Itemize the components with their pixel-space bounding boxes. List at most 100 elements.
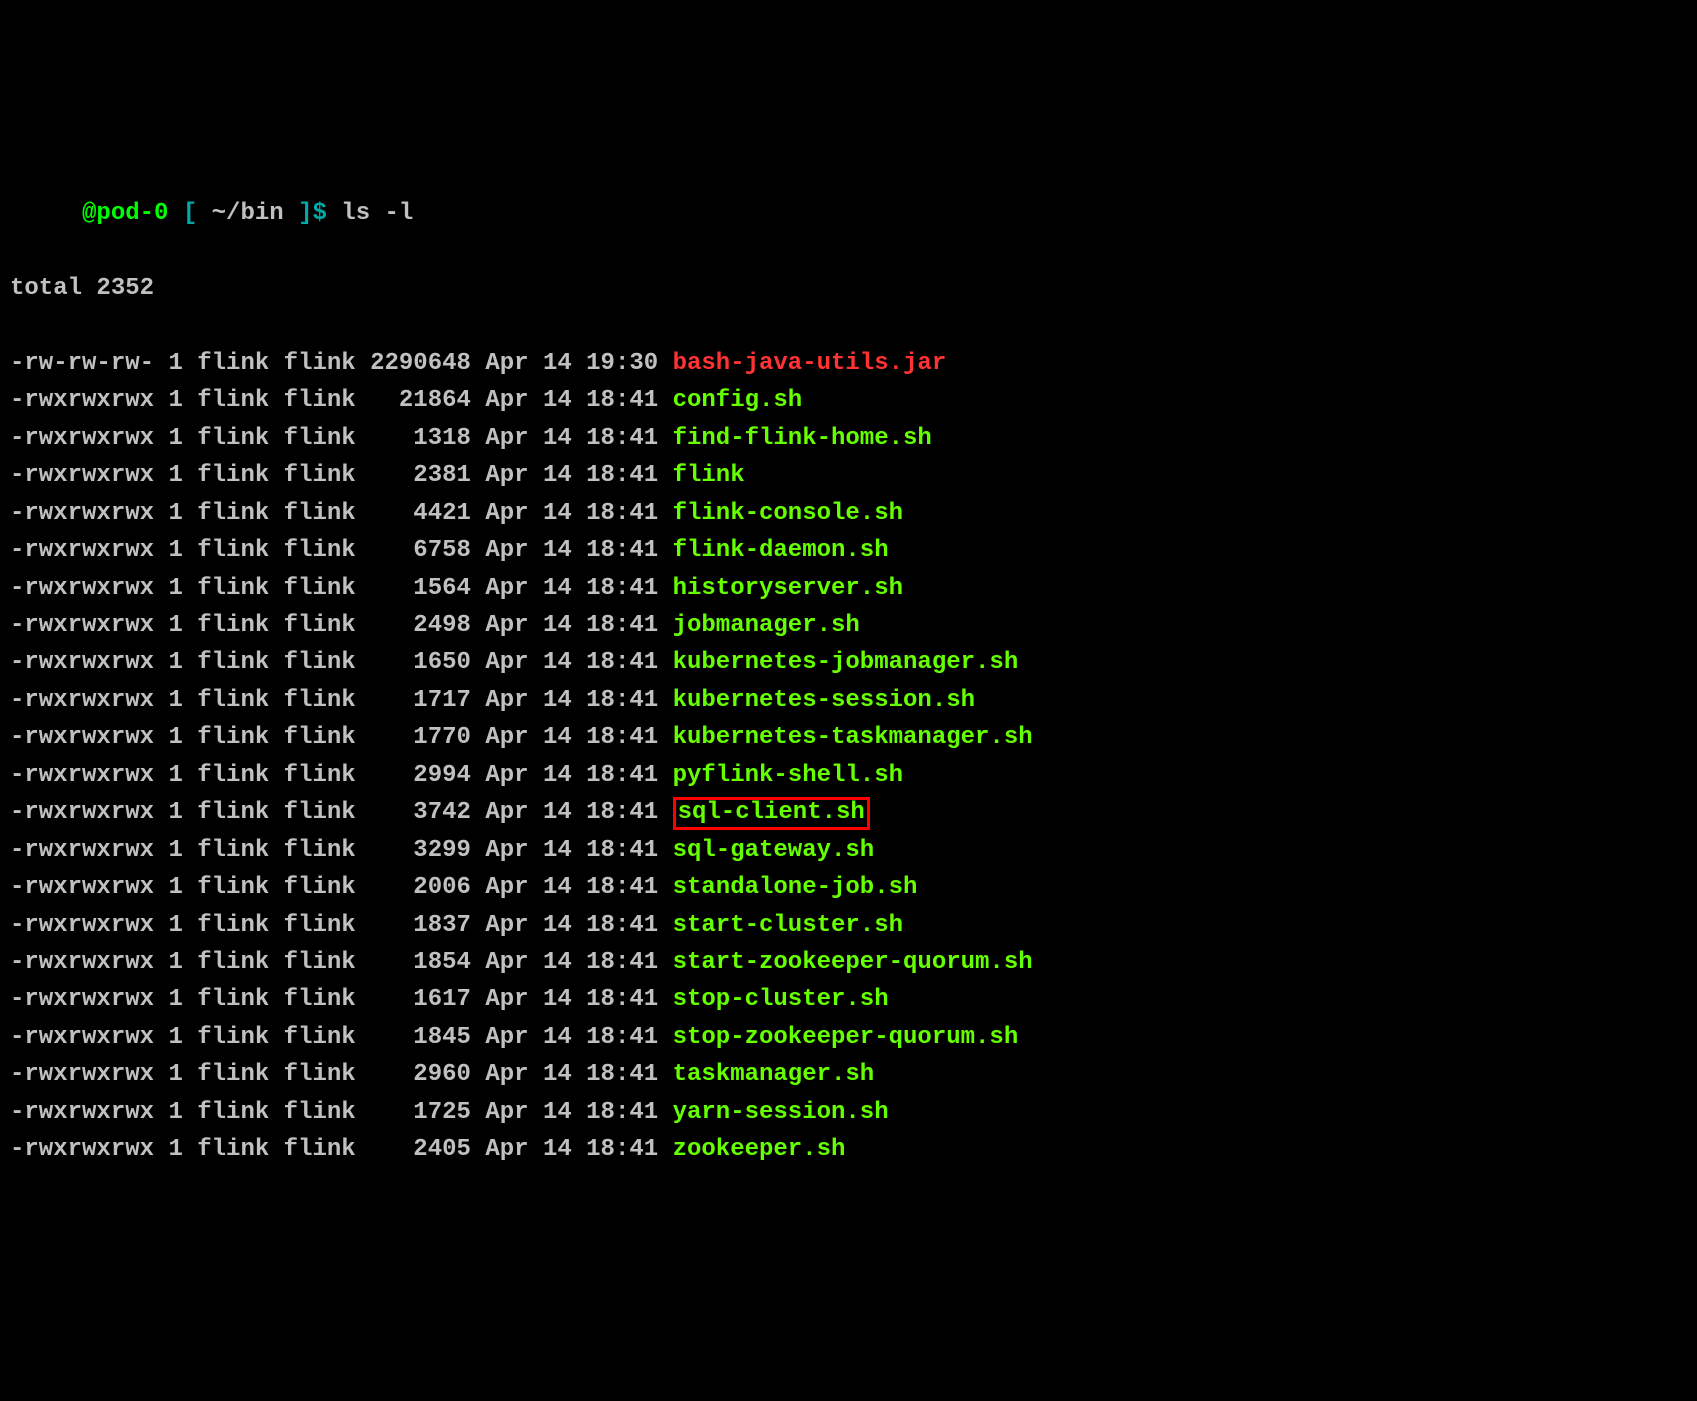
file-date: Apr 14: [485, 799, 571, 826]
file-time: 18:41: [586, 837, 658, 864]
file-links: 1: [168, 1099, 182, 1126]
file-group: flink: [284, 1136, 356, 1163]
terminal-output[interactable]: @pod-0 [ ~/bin ]$ ls -l total 2352 -rw-r…: [10, 158, 1687, 1206]
file-name: kubernetes-session.sh: [673, 687, 975, 714]
file-time: 18:41: [586, 986, 658, 1013]
file-name: yarn-session.sh: [673, 1099, 889, 1126]
file-name: pyflink-shell.sh: [673, 762, 903, 789]
file-date: Apr 14: [485, 1061, 571, 1088]
file-owner: flink: [197, 762, 269, 789]
file-permissions: -rwxrwxrwx: [10, 425, 154, 452]
file-permissions: -rwxrwxrwx: [10, 1061, 154, 1088]
file-group: flink: [284, 1099, 356, 1126]
file-date: Apr 14: [485, 1024, 571, 1051]
file-date: Apr 14: [485, 1099, 571, 1126]
file-date: Apr 14: [485, 575, 571, 602]
file-size: 21864: [370, 387, 471, 414]
file-time: 18:41: [586, 575, 658, 602]
file-links: 1: [168, 724, 182, 751]
file-permissions: -rwxrwxrwx: [10, 649, 154, 676]
file-date: Apr 14: [485, 949, 571, 976]
file-links: 1: [168, 350, 182, 377]
file-name: flink-daemon.sh: [673, 537, 889, 564]
file-links: 1: [168, 649, 182, 676]
file-name: zookeeper.sh: [673, 1136, 846, 1163]
file-time: 18:41: [586, 462, 658, 489]
file-date: Apr 14: [485, 350, 571, 377]
file-links: 1: [168, 425, 182, 452]
file-date: Apr 14: [485, 687, 571, 714]
file-links: 1: [168, 687, 182, 714]
file-links: 1: [168, 912, 182, 939]
file-links: 1: [168, 837, 182, 864]
file-permissions: -rwxrwxrwx: [10, 1099, 154, 1126]
file-owner: flink: [197, 799, 269, 826]
file-date: Apr 14: [485, 837, 571, 864]
prompt-path: ~/bin: [212, 200, 284, 227]
file-date: Apr 14: [485, 649, 571, 676]
file-group: flink: [284, 649, 356, 676]
file-owner: flink: [197, 350, 269, 377]
file-name: kubernetes-taskmanager.sh: [673, 724, 1033, 751]
file-date: Apr 14: [485, 986, 571, 1013]
file-permissions: -rwxrwxrwx: [10, 799, 154, 826]
file-group: flink: [284, 874, 356, 901]
file-size: 1617: [370, 986, 471, 1013]
file-owner: flink: [197, 687, 269, 714]
file-row: -rwxrwxrwx 1 flink flink 3742 Apr 14 18:…: [10, 794, 1687, 831]
file-permissions: -rw-rw-rw-: [10, 350, 154, 377]
file-row: -rwxrwxrwx 1 flink flink 1854 Apr 14 18:…: [10, 944, 1687, 981]
file-links: 1: [168, 575, 182, 602]
file-row: -rwxrwxrwx 1 flink flink 2994 Apr 14 18:…: [10, 757, 1687, 794]
file-size: 2381: [370, 462, 471, 489]
file-group: flink: [284, 537, 356, 564]
file-permissions: -rwxrwxrwx: [10, 575, 154, 602]
file-permissions: -rwxrwxrwx: [10, 462, 154, 489]
file-listing: -rw-rw-rw- 1 flink flink 2290648 Apr 14 …: [10, 345, 1687, 1169]
file-time: 18:41: [586, 500, 658, 527]
file-date: Apr 14: [485, 387, 571, 414]
file-name: start-zookeeper-quorum.sh: [673, 949, 1033, 976]
file-permissions: -rwxrwxrwx: [10, 537, 154, 564]
file-links: 1: [168, 500, 182, 527]
file-links: 1: [168, 874, 182, 901]
file-row: -rwxrwxrwx 1 flink flink 1845 Apr 14 18:…: [10, 1019, 1687, 1056]
file-permissions: -rwxrwxrwx: [10, 1136, 154, 1163]
file-owner: flink: [197, 1136, 269, 1163]
file-links: 1: [168, 949, 182, 976]
file-date: Apr 14: [485, 874, 571, 901]
file-name: start-cluster.sh: [673, 912, 903, 939]
file-size: 2405: [370, 1136, 471, 1163]
file-group: flink: [284, 462, 356, 489]
file-row: -rwxrwxrwx 1 flink flink 2405 Apr 14 18:…: [10, 1131, 1687, 1168]
file-time: 18:41: [586, 724, 658, 751]
file-size: 1564: [370, 575, 471, 602]
file-date: Apr 14: [485, 912, 571, 939]
file-size: 3742: [370, 799, 471, 826]
file-links: 1: [168, 986, 182, 1013]
file-group: flink: [284, 350, 356, 377]
file-row: -rwxrwxrwx 1 flink flink 1837 Apr 14 18:…: [10, 907, 1687, 944]
file-links: 1: [168, 1024, 182, 1051]
file-time: 18:41: [586, 799, 658, 826]
file-date: Apr 14: [485, 425, 571, 452]
file-owner: flink: [197, 724, 269, 751]
file-group: flink: [284, 837, 356, 864]
file-row: -rw-rw-rw- 1 flink flink 2290648 Apr 14 …: [10, 345, 1687, 382]
file-permissions: -rwxrwxrwx: [10, 387, 154, 414]
file-row: -rwxrwxrwx 1 flink flink 21864 Apr 14 18…: [10, 382, 1687, 419]
file-row: -rwxrwxrwx 1 flink flink 1318 Apr 14 18:…: [10, 420, 1687, 457]
file-time: 18:41: [586, 1136, 658, 1163]
file-time: 18:41: [586, 387, 658, 414]
file-size: 1650: [370, 649, 471, 676]
file-row: -rwxrwxrwx 1 flink flink 1717 Apr 14 18:…: [10, 682, 1687, 719]
file-links: 1: [168, 799, 182, 826]
file-links: 1: [168, 1136, 182, 1163]
prompt-line: @pod-0 [ ~/bin ]$ ls -l: [10, 195, 1687, 232]
file-date: Apr 14: [485, 537, 571, 564]
file-group: flink: [284, 687, 356, 714]
file-owner: flink: [197, 986, 269, 1013]
file-size: 1725: [370, 1099, 471, 1126]
file-name: taskmanager.sh: [673, 1061, 875, 1088]
file-owner: flink: [197, 949, 269, 976]
